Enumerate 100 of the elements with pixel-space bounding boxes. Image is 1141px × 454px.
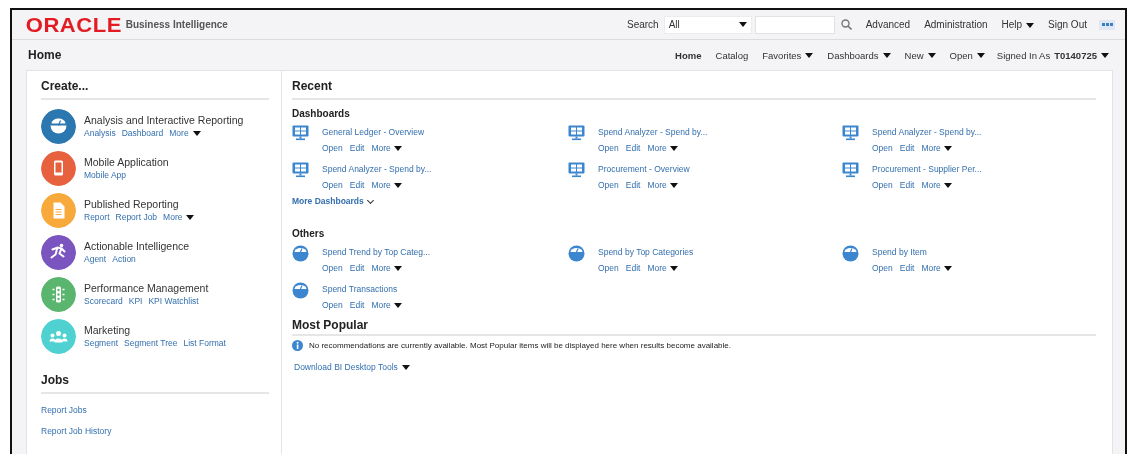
item-command-link[interactable]: Open [598, 143, 619, 153]
create-item-title: Actionable Intelligence [84, 240, 190, 252]
caret-icon [669, 146, 678, 152]
more-menu[interactable]: More [921, 143, 952, 153]
more-menu[interactable]: More [647, 180, 678, 190]
signed-in-label: Signed In As [996, 49, 1051, 61]
section-heading: Jobs [41, 373, 269, 394]
nav-tab[interactable]: Home [675, 47, 702, 63]
header-link[interactable]: Help [1001, 19, 1035, 30]
item-command-link[interactable]: Edit [899, 143, 915, 153]
item-command-link[interactable]: Edit [625, 143, 641, 153]
item-command-link[interactable]: Open [598, 180, 619, 190]
create-link[interactable]: KPI Watchlist [148, 296, 199, 306]
create-link[interactable]: Analysis [84, 128, 116, 138]
item-command-link[interactable]: Edit [349, 143, 365, 153]
create-link[interactable]: List Format [183, 338, 226, 348]
item-command-link[interactable]: Edit [349, 263, 365, 273]
gauge-icon [292, 245, 309, 262]
nav-tab[interactable]: Favorites [762, 47, 814, 63]
search-scope-dropdown[interactable]: All [663, 15, 752, 34]
item-command-link[interactable]: Edit [349, 300, 365, 310]
caret-icon [943, 266, 952, 272]
nav-tab[interactable]: Catalog [715, 47, 749, 63]
more-menu[interactable]: More [647, 143, 678, 153]
header-link[interactable]: Sign Out [1048, 19, 1087, 30]
item-link[interactable]: Spend Trend by Top Categ... [322, 247, 431, 257]
menu-icon[interactable] [1099, 19, 1115, 30]
item-command-link[interactable]: Open [322, 143, 343, 153]
jobs-link[interactable]: Report Job History [41, 426, 269, 436]
header-link[interactable]: Administration [924, 19, 988, 30]
more-menu[interactable]: More [371, 263, 402, 273]
create-link[interactable]: KPI [128, 296, 143, 306]
search-field[interactable] [754, 15, 835, 34]
item-link[interactable]: Spend Analyzer - Spend by... [872, 127, 982, 137]
monitor-icon [568, 162, 585, 178]
item-command-link[interactable]: Open [322, 263, 343, 273]
caret-icon [393, 146, 402, 152]
create-link[interactable]: Agent [84, 254, 107, 264]
more-menu[interactable]: More [371, 143, 402, 153]
user-menu[interactable]: T0140725 [1054, 49, 1109, 61]
item-command-link[interactable]: Open [872, 143, 893, 153]
more-menu[interactable]: More [371, 300, 402, 310]
item-link[interactable]: General Ledger - Overview [322, 127, 425, 137]
item-command-link[interactable]: Open [872, 180, 893, 190]
item-link[interactable]: Procurement - Overview [598, 164, 690, 174]
item-command-link[interactable]: Edit [625, 180, 641, 190]
nav-tab[interactable]: Dashboards [827, 47, 891, 63]
item-link[interactable]: Spend by Item [872, 247, 927, 257]
item-command-link[interactable]: Open [322, 300, 343, 310]
monitor-icon [568, 125, 585, 141]
create-link[interactable]: Report Job [115, 212, 158, 222]
monitor-icon [842, 162, 859, 178]
create-item-title: Analysis and Interactive Reporting [84, 114, 244, 126]
item-command-link[interactable]: Edit [899, 180, 915, 190]
item-command-link[interactable]: Open [322, 180, 343, 190]
create-link[interactable]: Segment Tree [124, 338, 178, 348]
create-link[interactable]: Report [84, 212, 110, 222]
nav-tab[interactable]: New [904, 47, 936, 63]
download-link[interactable]: Download BI Desktop Tools [294, 362, 410, 372]
info-icon [292, 340, 303, 351]
monitor-icon [842, 125, 859, 141]
more-menu[interactable]: More [647, 263, 678, 273]
monitor-icon [292, 162, 309, 178]
jobs-link[interactable]: Report Jobs [41, 405, 269, 415]
more-menu[interactable]: More [371, 180, 402, 190]
caret-icon [401, 365, 410, 371]
item-link[interactable]: Spend Transactions [322, 284, 398, 294]
item-command-link[interactable]: Open [598, 263, 619, 273]
more-menu[interactable]: More [921, 180, 952, 190]
create-item-title: Performance Management [84, 282, 209, 294]
more-dashboards-link[interactable]: More Dashboards [292, 196, 373, 206]
item-command-link[interactable]: Open [872, 263, 893, 273]
item-command-link[interactable]: Edit [899, 263, 915, 273]
item-link[interactable]: Spend Analyzer - Spend by... [598, 127, 708, 137]
create-link[interactable]: Action [112, 254, 136, 264]
create-link[interactable]: Mobile App [84, 170, 127, 180]
item-link[interactable]: Spend by Top Categories [598, 247, 694, 257]
item-link[interactable]: Procurement - Supplier Per... [872, 164, 982, 174]
header-link[interactable]: Advanced [865, 19, 911, 30]
create-link[interactable]: More [169, 128, 201, 138]
item-command-link[interactable]: Edit [349, 180, 365, 190]
item-command-link[interactable]: Edit [625, 263, 641, 273]
gauge-icon [842, 245, 859, 262]
nav-tab[interactable]: Open [949, 47, 985, 63]
subsection-heading: Dashboards [292, 108, 351, 119]
caret-icon [669, 183, 678, 189]
caret-icon [738, 22, 747, 27]
create-link[interactable]: Scorecard [84, 296, 123, 306]
section-heading: Recent [292, 79, 1096, 100]
caret-icon [1101, 53, 1109, 59]
page-title: Home [28, 48, 62, 62]
caret-icon [393, 183, 402, 189]
create-link[interactable]: Dashboard [121, 128, 164, 138]
create-link[interactable]: More [163, 212, 195, 222]
create-link[interactable]: Segment [84, 338, 119, 348]
item-link[interactable]: Spend Analyzer - Spend by... [322, 164, 432, 174]
search-icon[interactable] [840, 19, 852, 30]
caret-icon [393, 266, 402, 272]
more-menu[interactable]: More [921, 263, 952, 273]
subsection-heading: Others [292, 228, 326, 239]
